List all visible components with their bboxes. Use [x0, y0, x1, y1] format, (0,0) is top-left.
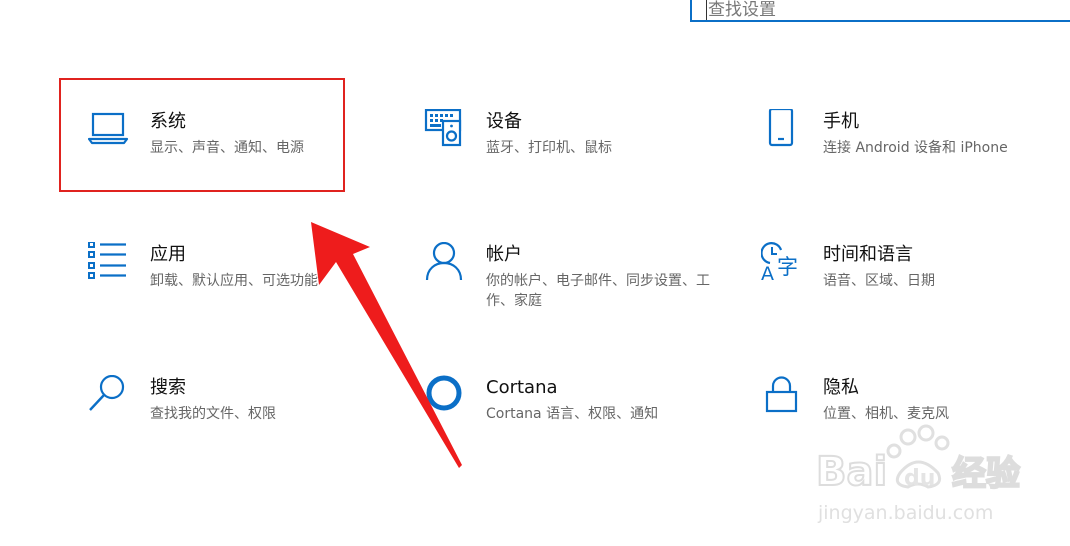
tile-description: Cortana 语言、权限、通知: [486, 406, 659, 422]
time-language-icon: A 字: [761, 242, 803, 284]
settings-tile-cortana[interactable]: Cortana Cortana 语言、权限、通知: [424, 375, 724, 465]
devices-icon: [424, 109, 466, 151]
cortana-ring-icon: [424, 375, 466, 417]
svg-text:jingyan.baidu.com: jingyan.baidu.com: [817, 502, 993, 524]
tile-description: 卸载、默认应用、可选功能: [150, 273, 318, 289]
svg-text:Bai: Bai: [816, 449, 887, 495]
settings-tile-accounts[interactable]: 帐户 你的帐户、电子邮件、同步设置、工作、家庭: [424, 242, 724, 332]
tile-title: 搜索: [150, 377, 186, 398]
apps-list-icon: [88, 242, 130, 284]
search-icon: [88, 375, 130, 417]
tile-description: 你的帐户、电子邮件、同步设置、工作、家庭: [486, 273, 710, 309]
person-icon: [424, 242, 466, 284]
lock-icon: [761, 375, 803, 417]
tile-description: 位置、相机、麦克风: [823, 406, 949, 422]
search-input[interactable]: 查找设置: [690, 0, 1070, 22]
tile-title: Cortana: [486, 377, 558, 398]
tile-title: 帐户: [486, 244, 522, 265]
tile-description: 蓝牙、打印机、鼠标: [486, 140, 612, 156]
tile-title: 设备: [486, 111, 522, 132]
tile-title: 手机: [823, 111, 859, 132]
settings-tile-apps[interactable]: 应用 卸载、默认应用、可选功能: [88, 242, 388, 332]
svg-text:A: A: [761, 263, 774, 284]
tile-title: 隐私: [823, 377, 859, 398]
settings-tile-search[interactable]: 搜索 查找我的文件、权限: [88, 375, 388, 465]
highlight-box: [59, 78, 345, 192]
tile-description: 连接 Android 设备和 iPhone: [823, 140, 1008, 156]
tile-description: 语音、区域、日期: [823, 273, 935, 289]
settings-tile-devices[interactable]: 设备 蓝牙、打印机、鼠标: [424, 109, 724, 199]
svg-text:经验: 经验: [952, 454, 1020, 494]
text-cursor: [706, 0, 707, 20]
svg-text:字: 字: [777, 255, 798, 279]
tile-title: 时间和语言: [823, 244, 913, 265]
svg-text:du: du: [904, 466, 935, 491]
settings-tile-time-language[interactable]: A 字 时间和语言 语音、区域、日期: [761, 242, 1061, 332]
phone-icon: [761, 109, 803, 151]
tile-title: 应用: [150, 244, 186, 265]
settings-tile-phone[interactable]: 手机 连接 Android 设备和 iPhone: [761, 109, 1061, 199]
search-input-value: 查找设置: [708, 0, 776, 20]
baidu-jingyan-watermark: Bai 经验 du jingyan.baidu.com: [804, 423, 1044, 533]
tile-description: 查找我的文件、权限: [150, 406, 276, 422]
